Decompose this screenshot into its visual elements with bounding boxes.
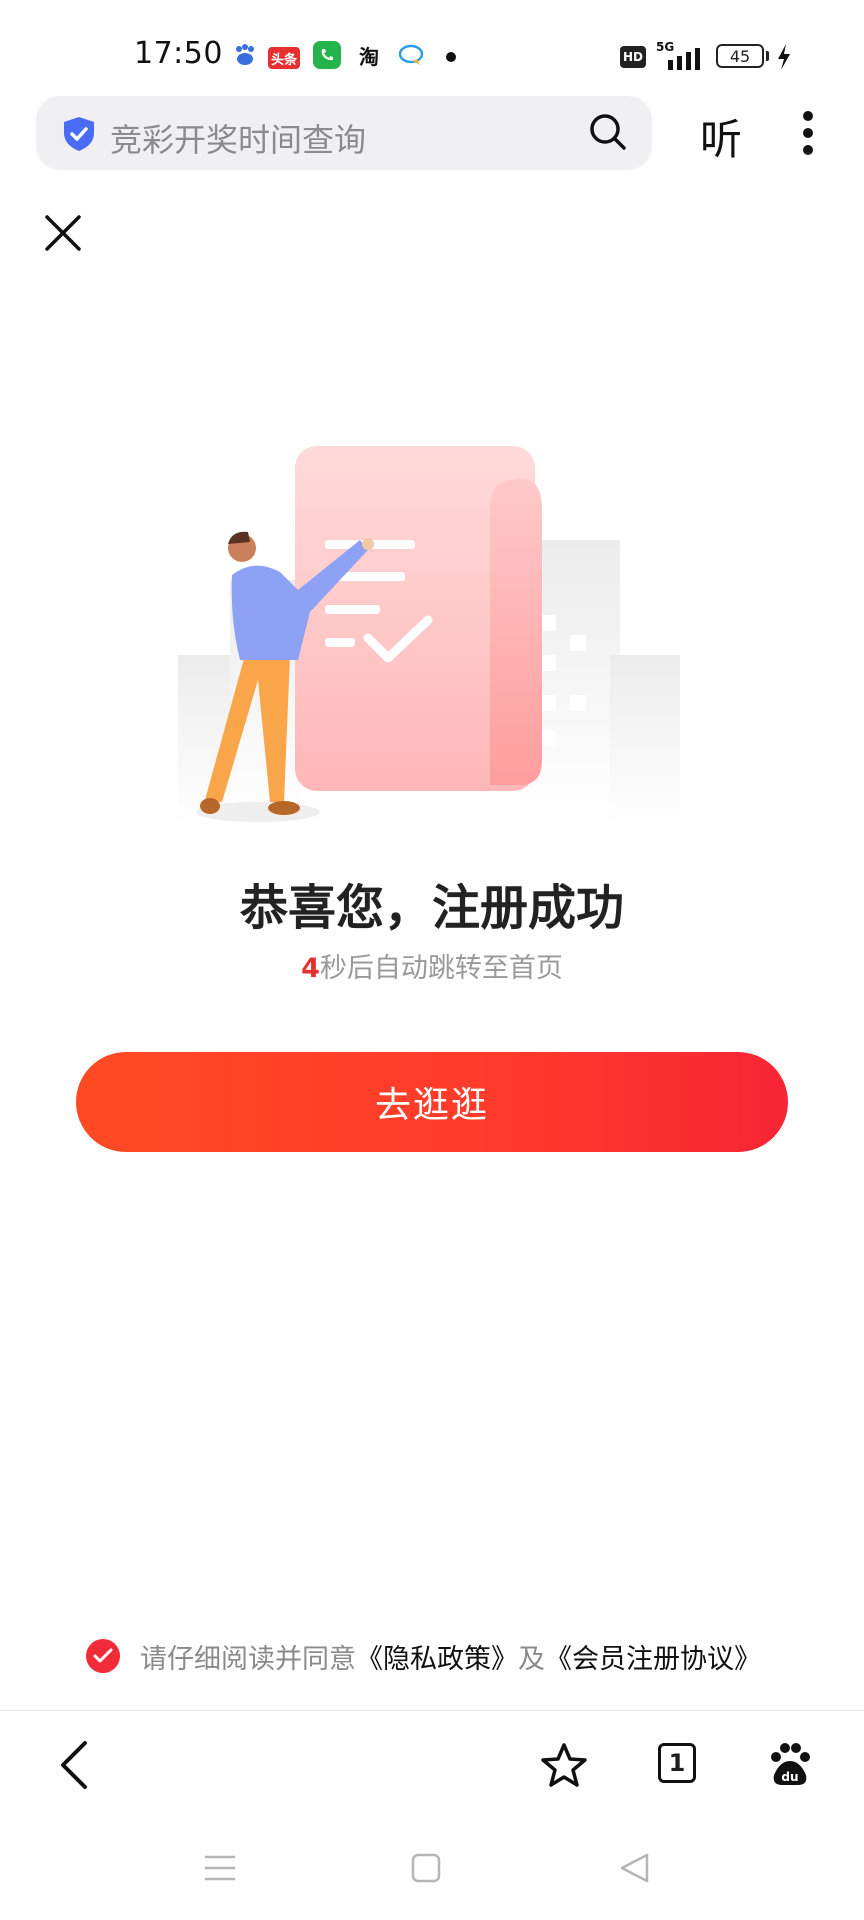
status-time: 17:50 (134, 36, 223, 71)
signal-icon (668, 48, 704, 74)
battery-tip (766, 51, 769, 61)
countdown-label: 秒后自动跳转至首页 (319, 953, 563, 984)
agreement-and: 及 (518, 1643, 545, 1675)
page-title: 恭喜您，注册成功 (239, 880, 624, 936)
baidu-home-icon[interactable]: du (760, 1735, 820, 1795)
success-illustration (170, 440, 690, 840)
tabs-button[interactable]: 1 (658, 1743, 696, 1783)
more-notifications-dot (446, 52, 456, 62)
taobao-icon: 淘 (359, 44, 379, 69)
agreement-prefix: 请仔细阅读并同意 (140, 1643, 356, 1675)
agreement-checkbox[interactable] (86, 1639, 120, 1673)
baidu-icon (230, 40, 260, 70)
system-home-icon[interactable] (404, 1846, 448, 1890)
toutiao-icon: 头条 (268, 47, 300, 69)
svg-text:du: du (781, 1770, 798, 1784)
search-input[interactable]: 竞彩开奖时间查询 (110, 115, 366, 161)
shield-icon (62, 116, 96, 156)
more-menu-icon[interactable] (802, 110, 814, 160)
go-browse-button[interactable]: 去逛逛 (76, 1052, 788, 1152)
toolbar-divider (0, 1710, 864, 1711)
star-icon[interactable] (534, 1735, 594, 1795)
status-bar: 17:50 头条 淘 HD 5G 45 (0, 0, 864, 90)
hd-icon: HD (620, 46, 646, 68)
privacy-policy-link[interactable]: 《隐私政策》 (356, 1637, 518, 1676)
back-icon[interactable] (44, 1735, 104, 1795)
message-icon (396, 40, 426, 70)
countdown-number: 4 (301, 953, 320, 984)
system-menu-icon[interactable] (198, 1846, 242, 1890)
charging-icon (776, 44, 792, 74)
agreement-row: 请仔细阅读并同意 《隐私政策》 及 《会员注册协议》 (86, 1636, 761, 1676)
listen-button[interactable]: 听 (700, 106, 742, 167)
system-back-icon[interactable] (612, 1846, 656, 1890)
phone-icon (312, 40, 342, 70)
countdown-text: 4秒后自动跳转至首页 (0, 946, 864, 985)
battery-icon: 45 (716, 44, 764, 68)
member-agreement-link[interactable]: 《会员注册协议》 (545, 1637, 761, 1676)
search-icon[interactable] (588, 112, 628, 156)
close-icon[interactable] (42, 212, 84, 254)
